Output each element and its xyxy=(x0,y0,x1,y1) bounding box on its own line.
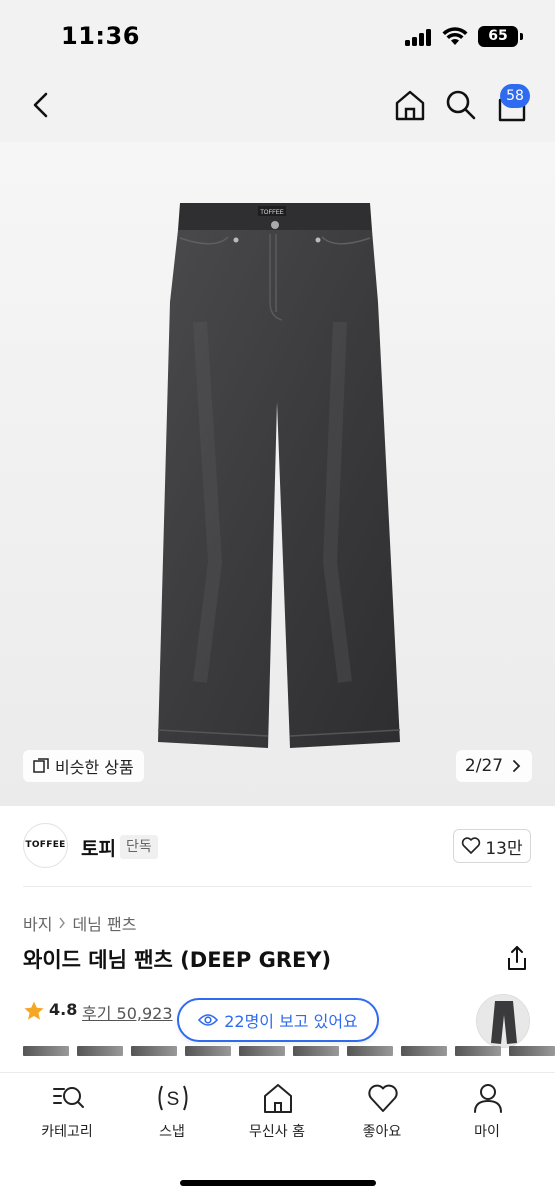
similar-items-icon xyxy=(33,758,49,773)
breadcrumb: 바지 데님 팬츠 xyxy=(23,911,136,935)
breadcrumb-item-pants[interactable]: 바지 xyxy=(23,911,52,935)
share-icon[interactable] xyxy=(505,944,529,972)
tab-category-label: 카테고리 xyxy=(41,1124,93,1140)
review-photo-strip[interactable] xyxy=(23,1046,555,1056)
brand-name[interactable]: 토피 xyxy=(81,834,116,861)
similar-products-label: 비슷한 상품 xyxy=(55,758,134,777)
tab-musinsa-home-label: 무신사 홈 xyxy=(249,1124,305,1140)
section-divider xyxy=(23,886,532,887)
battery-indicator: 65 xyxy=(478,26,518,47)
tab-my-label: 마이 xyxy=(474,1124,500,1140)
cellular-signal-icon xyxy=(405,28,433,46)
exclusive-badge: 단독 xyxy=(120,835,158,859)
product-title: 와이드 데님 팬츠 (DEEP GREY) xyxy=(23,948,332,972)
battery-tip xyxy=(520,33,523,40)
live-viewers-pill[interactable]: 22명이 보고 있어요 xyxy=(177,998,379,1042)
tab-snap[interactable]: S 스냅 xyxy=(122,1073,222,1153)
tab-my[interactable]: 마이 xyxy=(437,1073,537,1153)
svg-text:S: S xyxy=(167,1089,180,1110)
tab-musinsa-home[interactable]: 무신사 홈 xyxy=(227,1073,327,1153)
breadcrumb-item-denim-pants[interactable]: 데님 팬츠 xyxy=(72,911,136,935)
tab-likes-label: 좋아요 xyxy=(362,1124,402,1140)
brand-logo[interactable]: TOFFEE xyxy=(23,823,68,868)
product-image-gallery[interactable]: TOFFEE xyxy=(0,142,555,806)
similar-products-button[interactable]: 비슷한 상품 xyxy=(23,750,144,782)
star-icon xyxy=(24,1001,44,1020)
eye-icon xyxy=(198,1014,219,1026)
person-icon xyxy=(474,1084,502,1113)
heart-outline-icon xyxy=(462,837,481,854)
cart-count-badge: 58 xyxy=(500,84,530,108)
wifi-icon xyxy=(442,27,468,45)
top-navigation xyxy=(0,72,555,142)
live-viewers-text: 22명이 보고 있어요 xyxy=(224,1012,358,1031)
home-indicator[interactable] xyxy=(180,1180,376,1186)
tab-likes[interactable]: 좋아요 xyxy=(332,1073,432,1153)
review-count-link[interactable]: 후기 50,923 xyxy=(82,1000,173,1024)
status-time: 11:36 xyxy=(61,22,140,50)
brand-like-button[interactable]: 13만 xyxy=(453,829,531,863)
heart-icon xyxy=(368,1084,398,1112)
chevron-right-icon xyxy=(59,917,66,929)
search-icon[interactable] xyxy=(445,88,477,122)
thumbnail-image xyxy=(477,995,529,1047)
tab-category[interactable]: 카테고리 xyxy=(17,1073,117,1153)
category-search-icon xyxy=(53,1087,84,1108)
status-bar: 11:36 65 xyxy=(0,0,555,72)
jeans-image: TOFFEE xyxy=(157,203,401,748)
home-icon[interactable] xyxy=(393,88,427,122)
snap-icon: S xyxy=(158,1085,188,1111)
back-arrow-icon[interactable] xyxy=(26,88,56,122)
garment-brand-label: TOFFEE xyxy=(260,210,284,216)
rating-value: 4.8 xyxy=(49,1000,78,1019)
chevron-right-icon xyxy=(513,760,521,772)
home-icon xyxy=(264,1084,292,1113)
image-page-count: 2/27 xyxy=(464,756,504,776)
brand-like-count: 13만 xyxy=(485,838,523,859)
image-page-indicator[interactable]: 2/27 xyxy=(456,750,532,782)
floating-product-thumbnail[interactable] xyxy=(476,994,530,1048)
tab-snap-label: 스냅 xyxy=(159,1124,185,1140)
